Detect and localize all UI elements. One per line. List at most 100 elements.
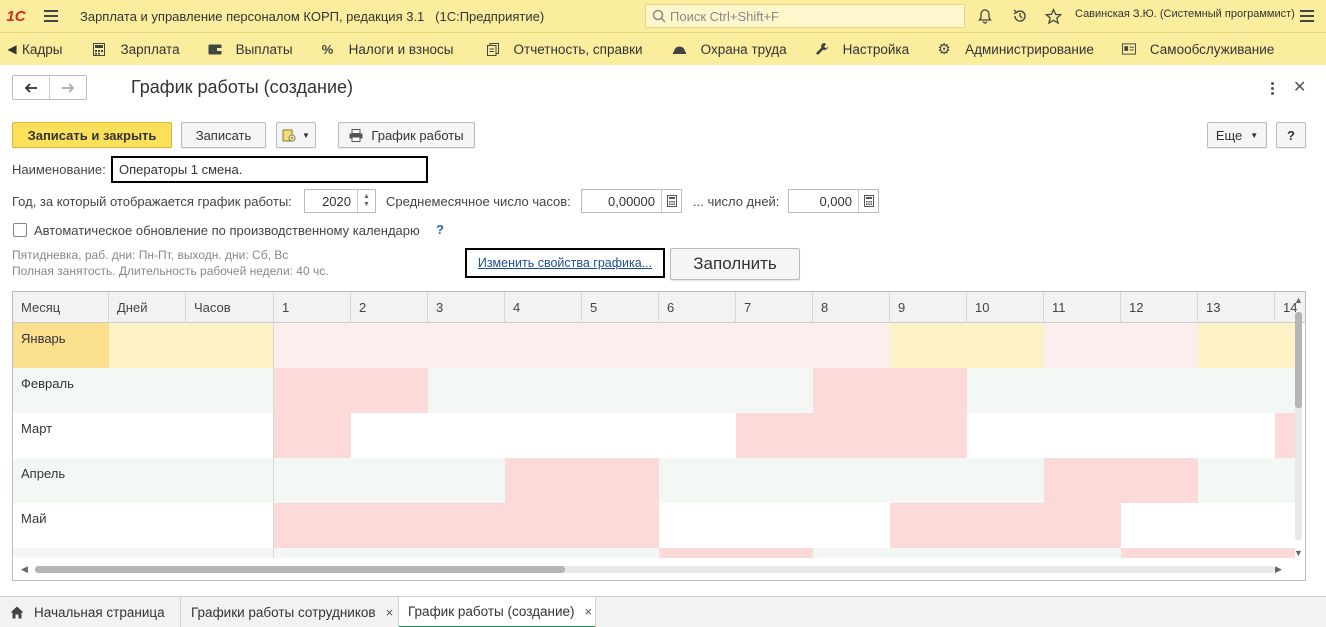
day-cell[interactable]: [1121, 458, 1198, 503]
day-cell[interactable]: [967, 323, 1044, 368]
name-field[interactable]: Операторы 1 смена.: [111, 156, 428, 183]
day-cell[interactable]: [505, 413, 582, 458]
table-row[interactable]: Май: [13, 503, 1295, 548]
print-schedule-button[interactable]: График работы: [338, 122, 475, 148]
section-administrirovanie[interactable]: ⚙ Администрирование: [937, 33, 1093, 66]
year-spinner[interactable]: ▲ ▼: [357, 190, 375, 212]
day-cell[interactable]: [967, 413, 1044, 458]
day-cell[interactable]: [1198, 458, 1275, 503]
header-day-12[interactable]: 12: [1121, 292, 1198, 323]
day-cell[interactable]: [582, 413, 659, 458]
day-cell[interactable]: [351, 368, 428, 413]
day-cell[interactable]: [1121, 323, 1198, 368]
tab-employee-schedules[interactable]: Графики работы сотрудников ×: [181, 597, 399, 627]
day-cell[interactable]: [1044, 458, 1121, 503]
month-cell[interactable]: Январь: [13, 323, 109, 368]
day-cell[interactable]: [274, 368, 351, 413]
header-day-7[interactable]: 7: [736, 292, 813, 323]
current-user[interactable]: Савинская З.Ю. (Системный программист): [1075, 8, 1295, 20]
header-day-2[interactable]: 2: [351, 292, 428, 323]
days-cell[interactable]: [109, 323, 186, 368]
header-month[interactable]: Месяц: [13, 292, 109, 323]
day-cell[interactable]: [505, 368, 582, 413]
save-and-close-button[interactable]: Записать и закрыть: [12, 122, 172, 148]
fill-button[interactable]: Заполнить: [670, 248, 800, 280]
day-cell[interactable]: [582, 503, 659, 548]
day-cell[interactable]: [582, 458, 659, 503]
days-cell[interactable]: [109, 503, 186, 548]
scroll-left-icon[interactable]: ◀: [21, 564, 28, 575]
day-cell[interactable]: [967, 368, 1044, 413]
section-samoobsluzhivanie[interactable]: Самообслуживание: [1121, 33, 1274, 66]
global-search-input[interactable]: Поиск Ctrl+Shift+F: [645, 4, 965, 28]
header-day-5[interactable]: 5: [582, 292, 659, 323]
day-cell[interactable]: [351, 323, 428, 368]
header-day-4[interactable]: 4: [505, 292, 582, 323]
more-vertical-icon[interactable]: [1264, 78, 1280, 98]
close-tab-icon[interactable]: ×: [585, 604, 593, 619]
day-cell[interactable]: [505, 323, 582, 368]
section-otchetnost[interactable]: Отчетность, справки: [486, 33, 643, 66]
day-cell[interactable]: [1198, 323, 1275, 368]
close-form-icon[interactable]: ✕: [1293, 77, 1306, 97]
history-icon[interactable]: [1010, 6, 1030, 26]
day-cell[interactable]: [736, 458, 813, 503]
more-actions-button[interactable]: Еще ▼: [1207, 122, 1267, 148]
day-cell[interactable]: [428, 323, 505, 368]
header-hours[interactable]: Часов: [186, 292, 274, 323]
day-cell[interactable]: [736, 368, 813, 413]
sections-scroll-left-icon[interactable]: ◀: [4, 42, 20, 56]
avg-hours-field[interactable]: 0,00000: [581, 189, 682, 213]
day-cell[interactable]: [659, 458, 736, 503]
scroll-down-icon[interactable]: ▼: [1294, 548, 1303, 558]
help-button[interactable]: ?: [1276, 122, 1306, 148]
day-cell[interactable]: [1121, 413, 1198, 458]
section-okhrana[interactable]: Охрана труда: [673, 33, 787, 66]
hours-cell[interactable]: [186, 323, 274, 368]
month-cell[interactable]: Февраль: [13, 368, 109, 413]
day-cell[interactable]: [1044, 368, 1121, 413]
hours-cell[interactable]: [186, 458, 274, 503]
main-menu-icon[interactable]: [44, 10, 64, 22]
section-nalogi[interactable]: % Налоги и взносы: [321, 33, 454, 66]
horizontal-scrollbar[interactable]: ◀ ▶: [13, 558, 1305, 580]
header-day-13[interactable]: 13: [1198, 292, 1275, 323]
calculator-icon[interactable]: [858, 190, 878, 212]
spin-up-icon[interactable]: ▲: [363, 193, 370, 201]
day-cell[interactable]: [274, 413, 351, 458]
section-kadry[interactable]: Кадры: [22, 33, 62, 66]
day-cell[interactable]: [505, 458, 582, 503]
save-button[interactable]: Записать: [181, 122, 266, 148]
day-cell[interactable]: [582, 368, 659, 413]
day-cell[interactable]: [428, 413, 505, 458]
day-cell[interactable]: [274, 503, 351, 548]
day-cell[interactable]: [813, 323, 890, 368]
settings-menu-icon[interactable]: [1300, 10, 1320, 22]
header-day-6[interactable]: 6: [659, 292, 736, 323]
attach-dropdown-button[interactable]: ▼: [276, 122, 316, 148]
horizontal-scroll-thumb[interactable]: [35, 566, 565, 573]
month-cell[interactable]: Апрель: [13, 458, 109, 503]
day-cell[interactable]: [659, 503, 736, 548]
day-cell[interactable]: [813, 458, 890, 503]
scroll-up-icon[interactable]: ▲: [1294, 295, 1303, 305]
day-cell[interactable]: [967, 458, 1044, 503]
day-cell[interactable]: [813, 503, 890, 548]
day-cell[interactable]: [967, 503, 1044, 548]
header-day-8[interactable]: 8: [813, 292, 890, 323]
vertical-scroll-thumb[interactable]: [1295, 312, 1302, 408]
day-cell[interactable]: [351, 503, 428, 548]
day-cell[interactable]: [890, 368, 967, 413]
table-row[interactable]: Январь: [13, 323, 1295, 368]
header-day-1[interactable]: 1: [274, 292, 351, 323]
day-cell[interactable]: [351, 458, 428, 503]
notifications-bell-icon[interactable]: [975, 6, 995, 26]
header-day-9[interactable]: 9: [890, 292, 967, 323]
day-cell[interactable]: [659, 413, 736, 458]
day-cell[interactable]: [813, 368, 890, 413]
hours-cell[interactable]: [186, 368, 274, 413]
day-cell[interactable]: [505, 503, 582, 548]
day-cell[interactable]: [813, 413, 890, 458]
days-field[interactable]: 0,000: [788, 189, 879, 213]
table-row[interactable]: Февраль: [13, 368, 1295, 413]
